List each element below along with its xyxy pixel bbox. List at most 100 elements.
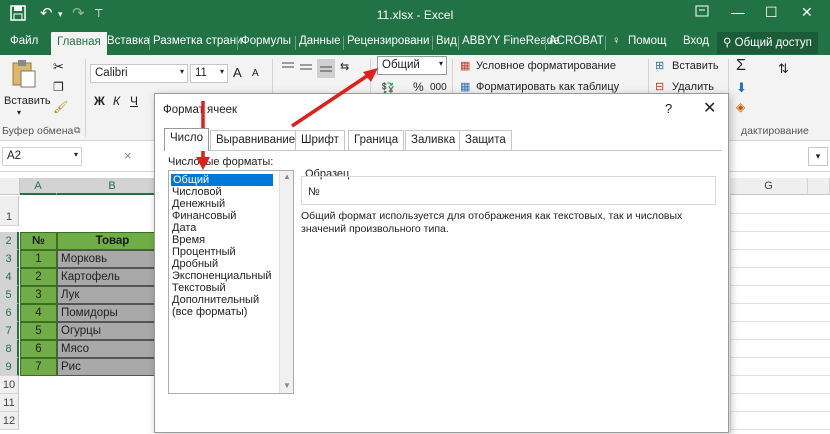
fill-icon[interactable]: ⬇ [736, 80, 747, 96]
list-item[interactable]: Текстовый [172, 282, 226, 294]
share-button[interactable]: ⚲ Общий доступ [717, 32, 818, 54]
underline-button[interactable]: Ч [130, 94, 138, 108]
minimize-icon[interactable]: — [731, 4, 745, 20]
copy-icon[interactable]: ❐ [53, 80, 64, 94]
name-box[interactable]: A2 ▾ [2, 147, 82, 166]
number-format-box[interactable]: Общий ▾ [377, 56, 447, 75]
column-header-g[interactable]: G [730, 178, 808, 195]
scroll-up-icon[interactable]: ▲ [283, 172, 291, 181]
align-middle-icon[interactable] [299, 61, 313, 76]
shrink-font-button[interactable]: A [252, 68, 259, 79]
table-cell-item[interactable]: Картофель [57, 268, 168, 286]
list-item[interactable]: Дополнительный [172, 294, 259, 306]
row-header[interactable]: 6 [0, 304, 19, 322]
delete-cells-button[interactable]: Удалить [672, 81, 714, 93]
bold-button[interactable]: Ж [94, 94, 105, 108]
paste-button[interactable]: Вставить [4, 95, 51, 107]
list-item[interactable]: Процентный [172, 246, 236, 258]
tab-file[interactable]: Файл [10, 35, 38, 47]
table-cell-item[interactable]: Помидоры [57, 304, 168, 322]
font-name-box[interactable]: Calibri ▾ [90, 64, 188, 83]
font-size-box[interactable]: 11 ▾ [190, 64, 228, 83]
row-header[interactable]: 7 [0, 322, 19, 340]
table-cell-item[interactable]: Рис [57, 358, 168, 376]
tab-review[interactable]: Рецензировани [347, 35, 429, 47]
table-cell-item[interactable]: Лук [57, 286, 168, 304]
dialog-tab-number[interactable]: Число [164, 128, 210, 151]
thousands-button[interactable]: 000 [430, 82, 447, 93]
row-header[interactable]: 9 [0, 358, 19, 376]
paste-icon[interactable] [10, 59, 38, 92]
row-header[interactable]: 1 [0, 208, 19, 226]
format-painter-icon[interactable]: 🖌 [53, 100, 68, 114]
list-item[interactable]: Денежный [172, 198, 225, 210]
list-item[interactable]: Числовой [172, 186, 222, 198]
dialog-tab-border[interactable]: Граница [348, 130, 405, 150]
maximize-icon[interactable]: ☐ [765, 4, 778, 21]
scroll-down-icon[interactable]: ▼ [283, 381, 291, 390]
align-bottom-icon[interactable] [317, 59, 335, 78]
select-all-corner[interactable] [0, 178, 20, 195]
italic-button[interactable]: К [113, 94, 120, 108]
list-item[interactable]: Финансовый [172, 210, 236, 222]
tab-insert[interactable]: Вставка [107, 35, 150, 47]
list-scrollbar[interactable]: ▲ ▼ [279, 171, 293, 393]
table-cell-num[interactable]: 2 [20, 268, 57, 286]
sort-filter-icon[interactable]: ⇅ [778, 61, 789, 77]
table-cell-num[interactable]: 7 [20, 358, 57, 376]
align-top-icon[interactable] [281, 61, 295, 76]
tab-acrobat[interactable]: ACROBAT [549, 35, 604, 47]
column-header-a[interactable]: A [20, 178, 57, 195]
tab-page-layout[interactable]: Разметка страни [153, 35, 242, 47]
expand-formula-bar-icon[interactable]: ▾ [808, 147, 828, 166]
cancel-entry-icon[interactable]: × [124, 148, 132, 163]
dialog-close-button[interactable]: ✕ [703, 98, 716, 118]
paste-dropdown-icon[interactable]: ▾ [17, 108, 21, 117]
list-item[interactable]: Общий [171, 174, 273, 186]
row-header[interactable]: 8 [0, 340, 19, 358]
row-header[interactable]: 11 [0, 394, 19, 412]
wrap-text-icon[interactable]: ⇆ [340, 60, 349, 73]
grow-font-button[interactable]: A [233, 65, 242, 80]
column-header-b[interactable]: B [57, 178, 168, 195]
list-item[interactable]: Дата [172, 222, 196, 234]
autosum-icon[interactable]: Σ [736, 57, 746, 75]
clipboard-launcher-icon[interactable]: ⧉ [74, 125, 80, 136]
list-item[interactable]: Время [172, 234, 205, 246]
tell-me-box[interactable]: Помощ [628, 35, 666, 47]
list-item[interactable]: (все форматы) [172, 306, 247, 318]
row-header[interactable]: 12 [0, 412, 19, 430]
table-cell-num[interactable]: 5 [20, 322, 57, 340]
list-item[interactable]: Экспоненциальный [172, 270, 272, 282]
table-cell-num[interactable]: 6 [20, 340, 57, 358]
clear-icon[interactable]: ◈ [736, 100, 745, 114]
tab-view[interactable]: Вид [436, 35, 457, 47]
table-cell-num[interactable]: 3 [20, 286, 57, 304]
ribbon-display-icon[interactable] [695, 4, 709, 21]
dialog-tab-alignment[interactable]: Выравнивание [210, 130, 302, 150]
tab-data[interactable]: Данные [299, 35, 341, 47]
table-cell-num[interactable]: 1 [20, 250, 57, 268]
conditional-formatting-button[interactable]: Условное форматирование [476, 60, 616, 72]
row-header[interactable]: 2 [0, 232, 19, 250]
table-header-item[interactable]: Товар [57, 232, 168, 250]
percent-button[interactable]: % [413, 80, 424, 94]
table-cell-item[interactable]: Морковь [57, 250, 168, 268]
dialog-tab-protection[interactable]: Защита [459, 130, 512, 150]
table-cell-num[interactable]: 4 [20, 304, 57, 322]
row-header[interactable]: 10 [0, 376, 19, 394]
tab-formulas[interactable]: Формулы [241, 35, 291, 47]
row-header[interactable]: 3 [0, 250, 19, 268]
table-cell-item[interactable]: Мясо [57, 340, 168, 358]
table-cell-item[interactable]: Огурцы [57, 322, 168, 340]
row-header[interactable]: 5 [0, 286, 19, 304]
dialog-tab-fill[interactable]: Заливка [405, 130, 462, 150]
tab-home[interactable]: Главная [51, 32, 107, 55]
number-formats-list[interactable]: Общий Числовой Денежный Финансовый Дата … [168, 170, 294, 394]
close-icon[interactable]: ✕ [801, 4, 813, 21]
cut-icon[interactable]: ✂ [53, 59, 64, 75]
format-as-table-button[interactable]: Форматировать как таблицу [476, 81, 619, 93]
help-button[interactable]: ? [665, 101, 672, 116]
grid-cells-g[interactable] [730, 196, 830, 433]
sign-in-link[interactable]: Вход [683, 35, 709, 47]
